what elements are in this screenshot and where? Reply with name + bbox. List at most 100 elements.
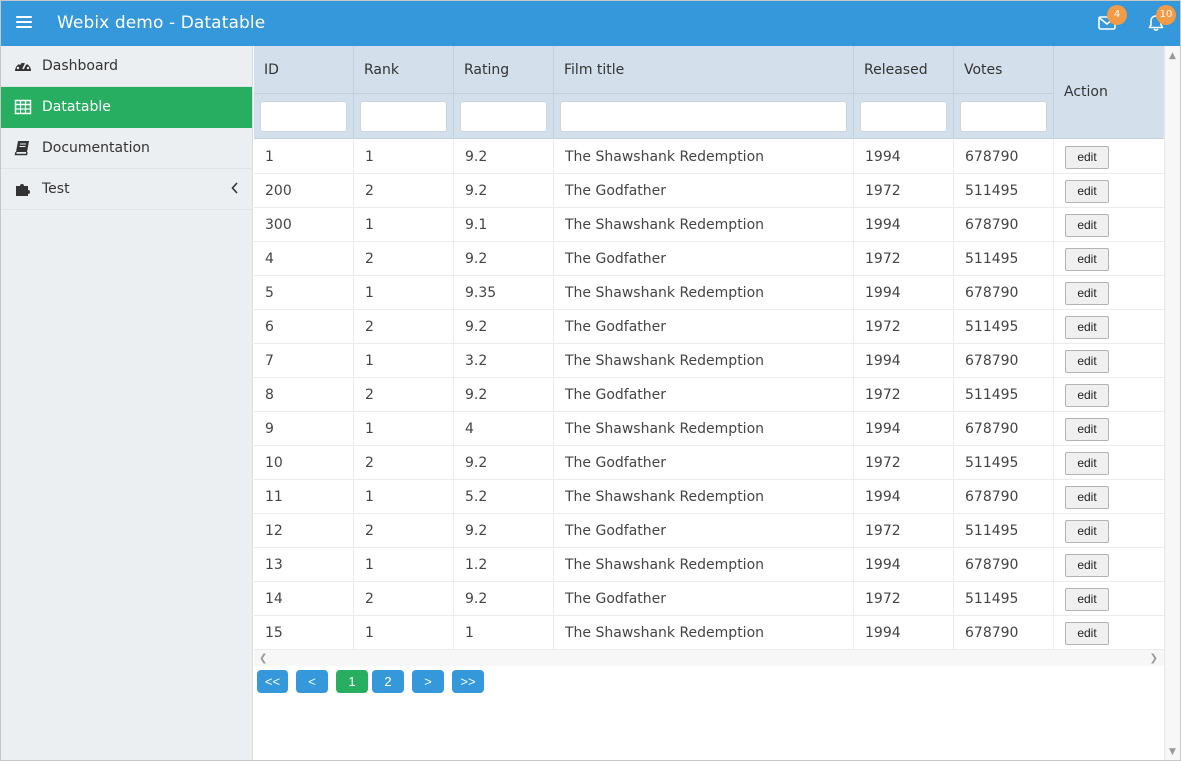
votes-filter-input[interactable] xyxy=(960,101,1047,132)
datatable: ID Rank Rating Film title Released Votes… xyxy=(254,46,1164,649)
book-icon xyxy=(14,141,29,156)
released-filter-input[interactable] xyxy=(860,101,947,132)
sidebar-item-documentation[interactable]: Documentation xyxy=(1,128,252,169)
sidebar-item-dashboard[interactable]: Dashboard xyxy=(1,46,252,87)
table-row[interactable]: 4 2 9.2 The Godfather 1972 511495 edit xyxy=(254,242,1164,276)
table-row[interactable]: 8 2 9.2 The Godfather 1972 511495 edit xyxy=(254,378,1164,412)
pager-last-button[interactable]: >> xyxy=(452,670,484,693)
cell-id: 11 xyxy=(254,480,354,514)
edit-button[interactable]: edit xyxy=(1065,282,1109,305)
edit-button[interactable]: edit xyxy=(1065,588,1109,611)
edit-button[interactable]: edit xyxy=(1065,316,1109,339)
horizontal-scrollbar[interactable]: ❮ ❯ xyxy=(254,649,1164,666)
cell-votes: 678790 xyxy=(954,616,1054,649)
column-header-rank[interactable]: Rank xyxy=(354,46,454,139)
pager-first-button[interactable]: << xyxy=(257,670,288,693)
table-row[interactable]: 10 2 9.2 The Godfather 1972 511495 edit xyxy=(254,446,1164,480)
column-header-title[interactable]: Film title xyxy=(554,46,854,139)
pager-prev-button[interactable]: < xyxy=(296,670,328,693)
cell-votes: 678790 xyxy=(954,480,1054,514)
cell-action: edit xyxy=(1054,344,1164,378)
table-row[interactable]: 14 2 9.2 The Godfather 1972 511495 edit xyxy=(254,582,1164,616)
cell-action: edit xyxy=(1054,310,1164,344)
cell-rating: 9.2 xyxy=(454,242,554,276)
sidebar-item-test[interactable]: Test xyxy=(1,169,252,210)
notifications-badge: 10 xyxy=(1156,5,1176,25)
scroll-up-icon[interactable]: ▲ xyxy=(1169,51,1176,61)
rating-filter-input[interactable] xyxy=(460,101,547,132)
cell-title: The Shawshank Redemption xyxy=(554,616,854,649)
scroll-left-icon[interactable]: ❮ xyxy=(259,653,267,664)
cell-rank: 1 xyxy=(354,140,454,174)
pager-next-button[interactable]: > xyxy=(412,670,444,693)
edit-button[interactable]: edit xyxy=(1065,622,1109,645)
sidebar-item-label: Documentation xyxy=(42,140,150,156)
edit-button[interactable]: edit xyxy=(1065,384,1109,407)
cell-rating: 9.2 xyxy=(454,582,554,616)
table-row[interactable]: 12 2 9.2 The Godfather 1972 511495 edit xyxy=(254,514,1164,548)
column-title: Rank xyxy=(364,62,399,78)
table-icon xyxy=(14,99,32,115)
cell-title: The Shawshank Redemption xyxy=(554,208,854,242)
edit-button[interactable]: edit xyxy=(1065,180,1109,203)
id-filter-input[interactable] xyxy=(260,101,347,132)
cell-id: 10 xyxy=(254,446,354,480)
cell-rating: 5.2 xyxy=(454,480,554,514)
cell-votes: 511495 xyxy=(954,582,1054,616)
table-row[interactable]: 7 1 3.2 The Shawshank Redemption 1994 678790 e… xyxy=(254,344,1164,378)
sidebar-item-datatable[interactable]: Datatable xyxy=(1,87,252,128)
edit-button[interactable]: edit xyxy=(1065,350,1109,373)
column-header-rating[interactable]: Rating xyxy=(454,46,554,139)
cell-rating: 9.1 xyxy=(454,208,554,242)
table-row[interactable]: 300 1 9.1 The Shawshank Redemption 1994 67879… xyxy=(254,208,1164,242)
hamburger-menu-icon[interactable] xyxy=(16,16,32,30)
cell-title: The Shawshank Redemption xyxy=(554,344,854,378)
sidebar-item-label: Test xyxy=(42,181,70,197)
vertical-scrollbar[interactable]: ▲ ▼ xyxy=(1164,46,1180,760)
chevron-left-icon[interactable] xyxy=(230,181,240,195)
table-row[interactable]: 1 1 9.2 The Shawshank Redemption 1994 678790 e… xyxy=(254,140,1164,174)
column-header-released[interactable]: Released xyxy=(854,46,954,139)
cell-year: 1972 xyxy=(854,582,954,616)
pager-page-2[interactable]: 2 xyxy=(372,670,404,693)
edit-button[interactable]: edit xyxy=(1065,452,1109,475)
table-row[interactable]: 6 2 9.2 The Godfather 1972 511495 edit xyxy=(254,310,1164,344)
edit-button[interactable]: edit xyxy=(1065,248,1109,271)
cell-id: 15 xyxy=(254,616,354,649)
pager-page-1[interactable]: 1 xyxy=(336,670,368,693)
cell-action: edit xyxy=(1054,548,1164,582)
notifications-button[interactable]: 10 xyxy=(1146,5,1176,35)
table-row[interactable]: 15 1 1 The Shawshank Redemption 1994 678790 ed… xyxy=(254,616,1164,649)
table-row[interactable]: 11 1 5.2 The Shawshank Redemption 1994 678790… xyxy=(254,480,1164,514)
column-header-votes[interactable]: Votes xyxy=(954,46,1054,139)
cell-action: edit xyxy=(1054,446,1164,480)
edit-button[interactable]: edit xyxy=(1065,146,1109,169)
cell-action: edit xyxy=(1054,582,1164,616)
table-row[interactable]: 5 1 9.35 The Shawshank Redemption 1994 678790… xyxy=(254,276,1164,310)
title-filter-input[interactable] xyxy=(560,101,847,132)
rank-filter-input[interactable] xyxy=(360,101,447,132)
cell-rank: 2 xyxy=(354,174,454,208)
cell-id: 5 xyxy=(254,276,354,310)
cell-id: 7 xyxy=(254,344,354,378)
edit-button[interactable]: edit xyxy=(1065,554,1109,577)
scroll-down-icon[interactable]: ▼ xyxy=(1169,747,1176,757)
table-row[interactable]: 13 1 1.2 The Shawshank Redemption 1994 678790… xyxy=(254,548,1164,582)
scroll-right-icon[interactable]: ❯ xyxy=(1150,653,1158,664)
table-row[interactable]: 200 2 9.2 The Godfather 1972 511495 edit xyxy=(254,174,1164,208)
cell-rating: 9.35 xyxy=(454,276,554,310)
puzzle-icon xyxy=(16,184,30,196)
cell-id: 300 xyxy=(254,208,354,242)
column-header-id[interactable]: ID xyxy=(254,46,354,139)
table-row[interactable]: 9 1 4 The Shawshank Redemption 1994 678790 edi… xyxy=(254,412,1164,446)
cell-id: 13 xyxy=(254,548,354,582)
edit-button[interactable]: edit xyxy=(1065,486,1109,509)
cell-votes: 678790 xyxy=(954,548,1054,582)
cell-action: edit xyxy=(1054,276,1164,310)
mail-button[interactable]: 4 xyxy=(1097,5,1127,35)
edit-button[interactable]: edit xyxy=(1065,520,1109,543)
cell-title: The Godfather xyxy=(554,310,854,344)
edit-button[interactable]: edit xyxy=(1065,418,1109,441)
edit-button[interactable]: edit xyxy=(1065,214,1109,237)
cell-year: 1972 xyxy=(854,514,954,548)
